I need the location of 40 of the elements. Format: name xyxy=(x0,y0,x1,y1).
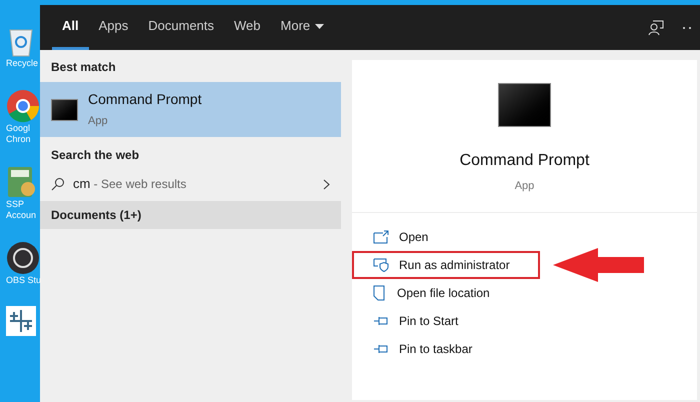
search-icon xyxy=(51,177,65,191)
result-subtitle: App xyxy=(88,114,109,130)
action-item[interactable]: Run as administrator xyxy=(352,250,540,278)
filter-tab[interactable]: More xyxy=(270,5,334,50)
chevron-right-icon xyxy=(323,178,330,190)
open-window-icon xyxy=(373,230,389,244)
best-match-item[interactable]: Command Prompt App xyxy=(40,82,341,137)
file-location-icon xyxy=(373,284,387,300)
result-title: Command Prompt xyxy=(88,90,202,110)
more-options-icon[interactable] xyxy=(682,26,692,30)
browser-icon[interactable] xyxy=(6,89,40,123)
desktop-icon-label: Accoun xyxy=(6,210,36,221)
action-item[interactable]: Pin to taskbar xyxy=(352,334,540,362)
action-item[interactable]: Open xyxy=(352,222,540,250)
desktop-icon-label: Chron xyxy=(6,134,31,145)
calculator-icon[interactable] xyxy=(6,165,36,199)
action-item[interactable]: Pin to Start xyxy=(352,306,540,334)
obs-icon[interactable] xyxy=(6,241,40,275)
section-heading: Documents (1+) xyxy=(51,207,142,224)
pin-icon xyxy=(373,342,389,354)
filter-tab[interactable]: Apps xyxy=(88,5,138,50)
section-heading: Best match xyxy=(50,59,117,76)
section-heading: Search the web xyxy=(50,147,140,164)
terminal-icon xyxy=(498,83,551,127)
preview-subtitle: App xyxy=(514,179,534,194)
preview-title: Command Prompt xyxy=(460,151,590,171)
terminal-icon xyxy=(51,98,78,120)
desktop-icon-label: SSP xyxy=(6,199,24,210)
filter-tab[interactable]: Documents xyxy=(138,5,224,50)
filter-tab[interactable]: Web xyxy=(224,5,271,50)
documents-section[interactable]: Documents (1+) xyxy=(40,201,341,229)
feedback-person-icon[interactable] xyxy=(648,20,664,36)
desktop-icon-label: Googl xyxy=(6,123,30,134)
action-item[interactable]: Open file location xyxy=(352,278,540,306)
web-search-text: cm - See web results xyxy=(73,175,188,194)
shield-icon xyxy=(373,258,389,272)
desktop-icon-label: Recycle xyxy=(6,58,38,69)
pin-icon xyxy=(373,314,389,326)
web-search-item[interactable]: cm - See web results xyxy=(40,169,341,199)
plus-grid-icon[interactable] xyxy=(6,306,36,336)
